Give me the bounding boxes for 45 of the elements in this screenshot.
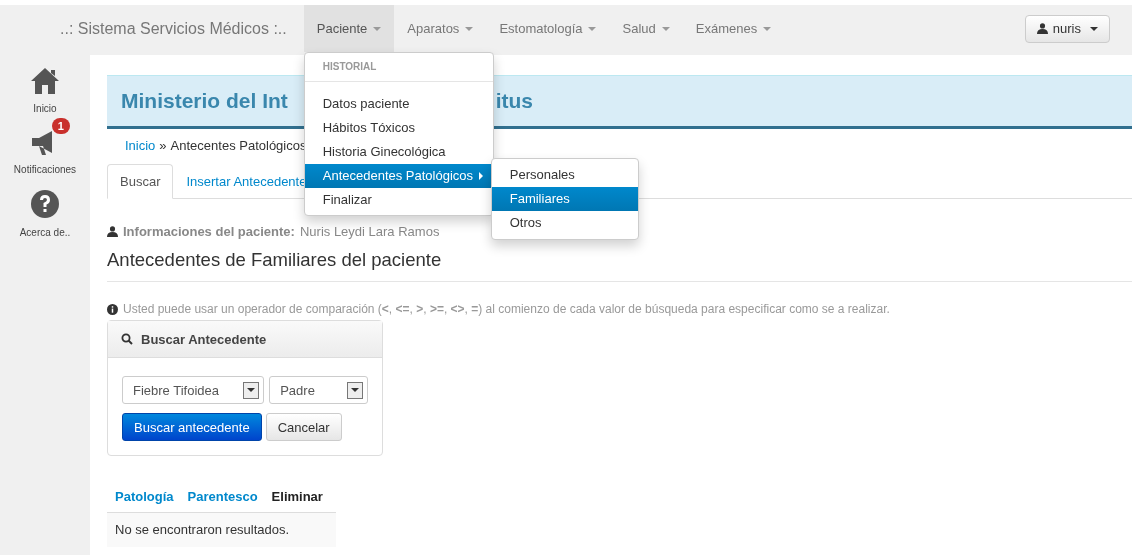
column-header[interactable]: Patología bbox=[115, 489, 174, 504]
dropdown-item[interactable]: Historia Ginecológica bbox=[304, 140, 493, 164]
dropdown-item[interactable]: Hábitos Tóxicos bbox=[304, 116, 493, 140]
column-header[interactable]: Parentesco bbox=[187, 489, 258, 504]
section-heading: Antecedentes de Familiares del paciente bbox=[107, 249, 1132, 282]
sidebar-item[interactable]: Acerca de.. bbox=[7, 177, 83, 238]
breadcrumb-link[interactable]: Inicio bbox=[125, 138, 156, 153]
select-field[interactable]: Fiebre Tifoidea bbox=[122, 376, 265, 404]
select-field[interactable]: Padre bbox=[269, 376, 368, 404]
hint-text: Usted puede usar un operador de comparación (<, <=, >, >=, <>, =) al comienzo de cada valor de búsqueda para especificar como se a realizar. bbox=[123, 302, 890, 316]
user-icon bbox=[107, 226, 118, 237]
search-icon bbox=[121, 333, 133, 345]
brand-title: ..: Sistema Servicios Médicos :.. bbox=[60, 19, 287, 38]
nav-menu[interactable]: Exámenes bbox=[682, 5, 785, 52]
user-menu-button[interactable]: nuris bbox=[1024, 14, 1110, 43]
dropdown-item[interactable]: Datos paciente bbox=[304, 92, 493, 116]
submenu-item[interactable]: Familiares bbox=[491, 187, 638, 211]
panel-title: Buscar Antecedente bbox=[141, 331, 267, 347]
submenu-item[interactable]: Otros bbox=[491, 211, 638, 235]
nav-menu[interactable]: Estomatología bbox=[486, 5, 610, 52]
info-icon bbox=[107, 303, 118, 315]
breadcrumb-current: Antecentes Patológicos bbox=[170, 138, 307, 153]
notification-badge: 1 bbox=[51, 118, 70, 134]
empty-message: No se encontraron resultados. bbox=[107, 513, 336, 547]
tab[interactable]: Buscar bbox=[107, 164, 174, 199]
banner-title: itus bbox=[495, 89, 533, 113]
cancel-button[interactable]: Cancelar bbox=[265, 413, 342, 441]
dropdown-header: HISTORIAL bbox=[321, 60, 378, 74]
sidebar-item[interactable]: 1 Notificaciones bbox=[1, 116, 89, 175]
sidebar-item[interactable]: Inicio bbox=[18, 55, 72, 114]
dropdown-item[interactable]: Finalizar bbox=[304, 188, 493, 212]
breadcrumb-separator: » bbox=[159, 138, 167, 153]
help-icon bbox=[30, 189, 60, 219]
patient-name: Nuris Leydi Lara Ramos bbox=[299, 224, 440, 239]
column-header: Eliminar bbox=[271, 489, 323, 504]
patient-info-label: Informaciones del paciente: bbox=[123, 224, 295, 239]
search-button[interactable]: Buscar antecedente bbox=[122, 413, 262, 441]
home-icon bbox=[30, 67, 60, 95]
submenu-item[interactable]: Personales bbox=[491, 163, 638, 187]
nav-menu[interactable]: Paciente bbox=[303, 5, 395, 52]
banner-title: Ministerio del Int bbox=[121, 89, 288, 113]
nav-menu[interactable]: Salud bbox=[609, 5, 683, 52]
dropdown-item[interactable]: Antecedentes Patológicos bbox=[304, 164, 493, 188]
user-icon bbox=[1036, 23, 1048, 34]
nav-menu[interactable]: Aparatos bbox=[394, 5, 487, 52]
